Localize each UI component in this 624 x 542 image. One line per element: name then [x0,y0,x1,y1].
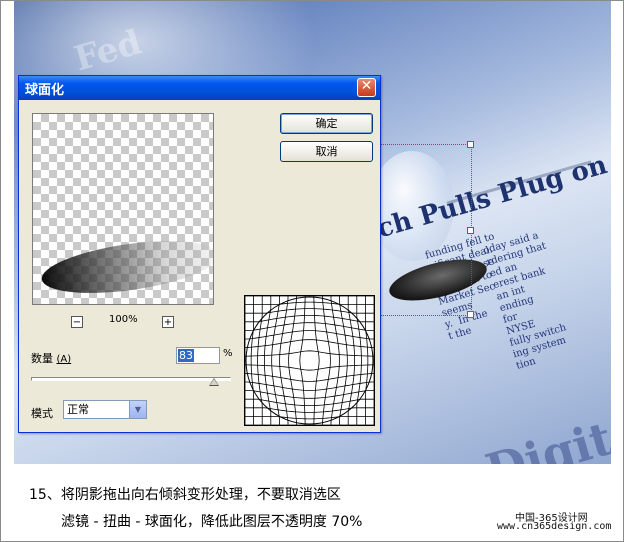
transform-handle-mid-right[interactable] [467,227,474,234]
grid-line-vertical [365,296,369,425]
preview-shadow-shape [38,231,213,303]
dialog-title: 球面化 [25,83,65,98]
spherize-dialog: 球面化 ✕ − 100% + 确定 取消 数量 (A) 83 % 模式 正常 ▼ [18,75,381,433]
mode-select[interactable]: 正常 ▼ [63,400,147,419]
caption-instruction: 滤镜 - 扭曲 - 球面化，降低此图层不透明度 70% [61,514,363,530]
grid-line-horizontal [245,322,374,331]
grid-line-vertical [288,296,297,425]
amount-accelerator: (A) [56,354,72,365]
image-frame: Fed ach Pulls Plug on H funding fell to … [0,0,624,542]
amount-label-text: 数量 [31,352,53,365]
grid-line-vertical [271,296,280,425]
grid-line-horizontal [245,381,374,391]
zoom-in-icon: + [163,317,173,328]
mode-selected-value: 正常 [67,403,89,416]
grid-line-vertical [339,296,348,425]
watermark-url: www.cn365design.com [497,521,612,532]
spherize-grid-preview [244,295,375,426]
zoom-out-icon: − [72,317,82,328]
grid-line-horizontal [245,407,374,413]
filter-preview[interactable] [32,113,214,305]
cancel-button[interactable]: 取消 [280,141,373,162]
zoom-out-button[interactable]: − [71,316,83,328]
grid-line-vertical [330,296,340,425]
grid-line-horizontal [245,339,374,348]
grid-line-horizontal [245,390,374,399]
transform-handle-top-right[interactable] [467,141,474,148]
close-icon: ✕ [360,78,373,94]
grid-line-vertical [322,296,331,425]
ok-button[interactable]: 确定 [280,113,373,134]
dialog-titlebar[interactable]: 球面化 ✕ [19,76,380,100]
grid-line-horizontal [245,301,374,306]
zoom-level: 100% [109,314,138,325]
caption-step: 15、将阴影拖出向右倾斜变形处理，不要取消选区 [29,487,341,503]
grid-line-horizontal [245,308,374,314]
amount-slider-thumb[interactable] [209,378,219,386]
grid-line-horizontal [245,416,374,420]
amount-input[interactable]: 83 [176,347,220,364]
close-button[interactable]: ✕ [357,78,376,97]
grid-line-vertical [257,296,263,425]
digital-headline: Digital [479,397,611,464]
mode-label: 模式 [31,407,53,420]
amount-slider-track[interactable] [31,377,231,381]
grid-line-horizontal [245,373,374,382]
amount-unit: % [223,348,233,359]
chevron-down-icon[interactable]: ▼ [129,401,146,418]
grid-line-vertical [279,296,289,425]
zoom-in-button[interactable]: + [162,316,174,328]
spherize-grid-svg [245,296,374,425]
grid-line-vertical [356,296,362,425]
grid-line-vertical [250,296,255,425]
amount-value: 83 [178,349,194,362]
dialog-body: − 100% + 确定 取消 数量 (A) 83 % 模式 正常 ▼ [19,100,380,432]
grid-line-horizontal [245,330,374,340]
sphere-outline [245,296,374,425]
amount-label: 数量 (A) [31,350,71,366]
transform-handle-bottom-right[interactable] [467,311,474,318]
faded-headline: Fed [69,22,146,80]
